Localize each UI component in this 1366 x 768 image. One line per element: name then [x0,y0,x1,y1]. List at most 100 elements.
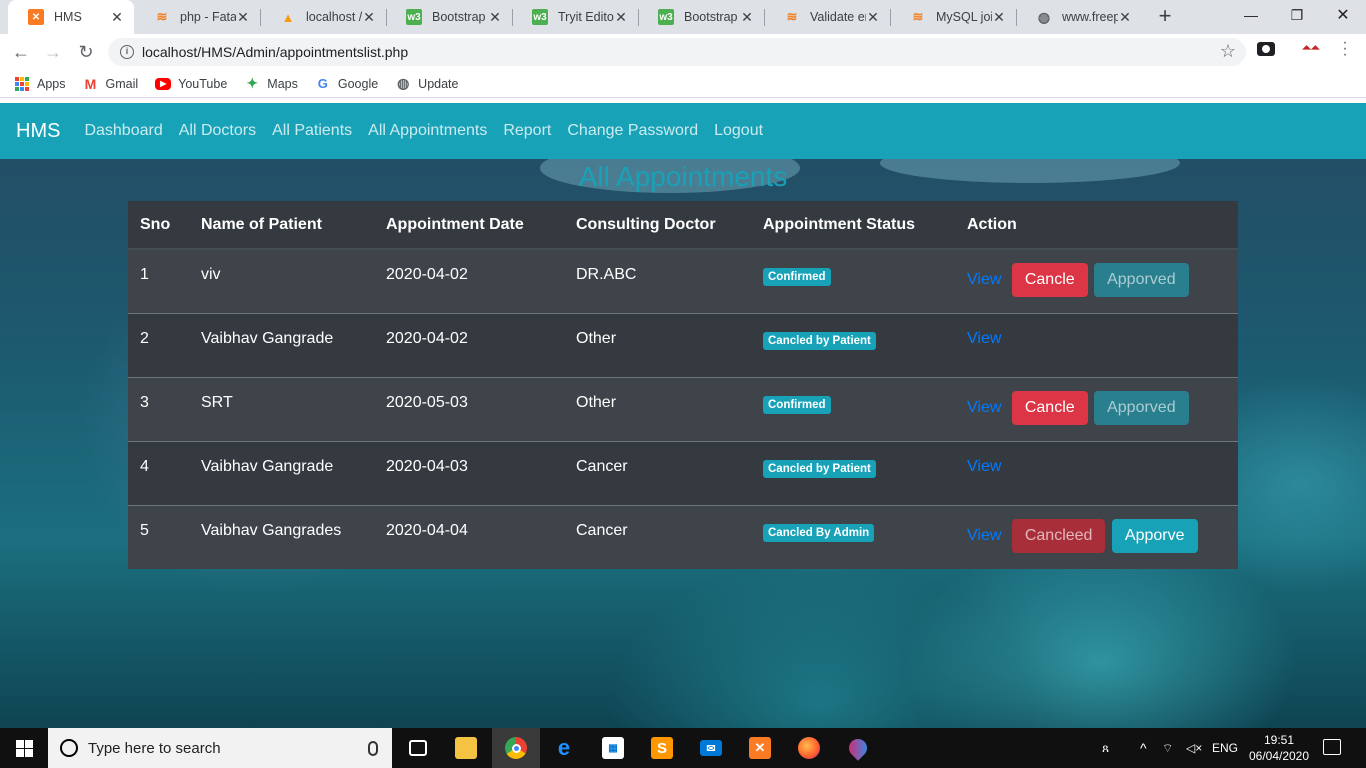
cancelled-button[interactable]: Cancleed [1011,518,1106,553]
navbar-brand[interactable]: HMS [16,120,60,143]
tab-title: Bootstrap 4 [432,10,488,24]
volume-muted-icon[interactable]: ◁× [1186,728,1202,768]
chevron-up-icon[interactable]: ^ [1140,728,1147,768]
taskbar-mail[interactable]: ✉ [687,728,735,768]
maps-icon: ✦ [246,75,259,91]
url-text[interactable]: localhost/HMS/Admin/appointmentslist.php [142,44,408,60]
nav-link-all-doctors[interactable]: All Doctors [179,122,256,140]
minimize-button[interactable]: — [1228,0,1274,30]
network-icon[interactable]: ⌔ [1162,728,1173,768]
taskbar-edge[interactable]: e [540,728,588,768]
view-link[interactable]: View [967,458,1001,476]
view-link[interactable]: View [967,527,1001,545]
page-viewport: HMS Dashboard All Doctors All Patients A… [0,103,1366,728]
taskbar-file-explorer[interactable] [442,728,490,768]
tab-mysql-join[interactable]: ≋ MySQL join ✕ [890,0,1016,34]
column-header: Sno [128,201,189,250]
xampp-icon: ✕ [749,737,771,759]
microphone-icon[interactable] [368,740,378,756]
tab-tryit-editor[interactable]: w3 Tryit Editor ✕ [512,0,638,34]
taskbar-xampp[interactable]: ✕ [736,728,784,768]
approved-button[interactable]: Apporved [1094,390,1189,425]
appointments-table: Sno Name of Patient Appointment Date Con… [128,201,1238,569]
close-icon[interactable]: ✕ [614,9,628,26]
taskbar-store[interactable]: ▦ [589,728,637,768]
notification-icon[interactable] [1323,739,1341,755]
w3schools-icon: w3 [406,9,422,25]
taskbar-chrome[interactable] [492,728,540,768]
extension-icon[interactable]: ⏶⏶ [1302,42,1322,56]
cell-patient: Vaibhav Gangrades [189,504,374,569]
approve-button[interactable]: Apporve [1111,518,1198,553]
taskbar-clock[interactable]: 19:51 06/04/2020 [1244,732,1314,764]
taskbar-sublime[interactable]: S [638,728,686,768]
bookmark-google[interactable]: G Google [315,76,378,92]
nav-link-dashboard[interactable]: Dashboard [84,122,162,140]
bookmark-update[interactable]: ◍ Update [395,75,458,92]
taskbar-firefox[interactable] [785,728,833,768]
tab-title: Bootstrap 4 [684,10,740,24]
cell-status: Cancled By Admin [751,504,955,569]
close-icon[interactable]: ✕ [1118,9,1132,26]
info-icon[interactable]: i [120,45,134,59]
more-menu-icon[interactable]: · · · [1340,35,1350,63]
new-tab-button[interactable]: + [1154,5,1176,27]
nav-link-all-patients[interactable]: All Patients [272,122,352,140]
windows-taskbar: Type here to search e ▦ S ✉ ✕ ጸ ^ ⌔ ◁× E… [0,728,1366,768]
nav-link-change-password[interactable]: Change Password [567,122,698,140]
table-row: 3 SRT 2020-05-03 Other Confirmed View Ca… [128,376,1238,441]
taskbar-search[interactable]: Type here to search [48,728,392,768]
language-indicator[interactable]: ENG [1212,728,1238,768]
camera-extension-icon[interactable] [1257,42,1275,56]
nav-link-report[interactable]: Report [503,122,551,140]
column-header: Consulting Doctor [564,201,751,250]
cell-doctor: Cancer [564,504,751,569]
table-row: 2 Vaibhav Gangrade 2020-04-02 Other Canc… [128,312,1238,377]
restore-button[interactable]: ❐ [1274,0,1320,30]
tab-freepik[interactable]: ◍ www.freepil ✕ [1016,0,1142,34]
task-view-button[interactable] [394,728,442,768]
taskbar-maps[interactable] [834,728,882,768]
view-link[interactable]: View [967,399,1001,417]
cancel-button[interactable]: Cancle [1011,263,1088,297]
cancel-button[interactable]: Cancle [1011,390,1088,425]
chrome-icon [505,737,527,759]
close-window-button[interactable]: ✕ [1320,0,1366,30]
close-icon[interactable]: ✕ [488,9,502,26]
reload-button[interactable]: ↻ [73,39,99,65]
tab-title: MySQL join [936,10,992,24]
map-pin-icon [845,735,871,761]
tab-validate-email[interactable]: ≋ Validate em ✕ [764,0,890,34]
view-link[interactable]: View [967,330,1001,348]
forward-button[interactable]: → [40,39,66,65]
tab-hms[interactable]: ✕ HMS ✕ [8,0,134,34]
close-icon[interactable]: ✕ [992,9,1006,26]
people-icon[interactable]: ጸ [1102,728,1109,768]
bookmark-youtube[interactable]: ▶ YouTube [155,77,227,91]
close-icon[interactable]: ✕ [866,9,880,26]
cell-doctor: Cancer [564,440,751,505]
bookmark-maps[interactable]: ✦ Maps [244,75,297,92]
approved-button[interactable]: Apporved [1094,263,1189,297]
bookmark-apps[interactable]: Apps [14,76,66,92]
tab-title: Validate em [810,10,866,24]
google-icon: G [317,76,328,91]
tab-bootstrap-1[interactable]: w3 Bootstrap 4 ✕ [386,0,512,34]
cell-doctor: Other [564,312,751,377]
tab-bootstrap-2[interactable]: w3 Bootstrap 4 ✕ [638,0,764,34]
close-icon[interactable]: ✕ [236,9,250,26]
start-button[interactable] [0,728,48,768]
bookmark-star-icon[interactable]: ☆ [1220,41,1236,62]
address-bar[interactable]: i localhost/HMS/Admin/appointmentslist.p… [108,38,1246,66]
nav-link-all-appointments[interactable]: All Appointments [368,122,487,140]
close-icon[interactable]: ✕ [110,9,124,26]
tab-php-fatal[interactable]: ≋ php - Fatal ✕ [134,0,260,34]
back-button[interactable]: ← [8,39,34,65]
view-link[interactable]: View [967,271,1001,289]
tab-localhost[interactable]: ▲ localhost / ✕ [260,0,386,34]
bookmark-gmail[interactable]: M Gmail [83,76,139,92]
close-icon[interactable]: ✕ [740,9,754,26]
cell-action: View Cancle Apporved [955,249,1238,313]
close-icon[interactable]: ✕ [362,9,376,26]
nav-link-logout[interactable]: Logout [714,122,763,140]
